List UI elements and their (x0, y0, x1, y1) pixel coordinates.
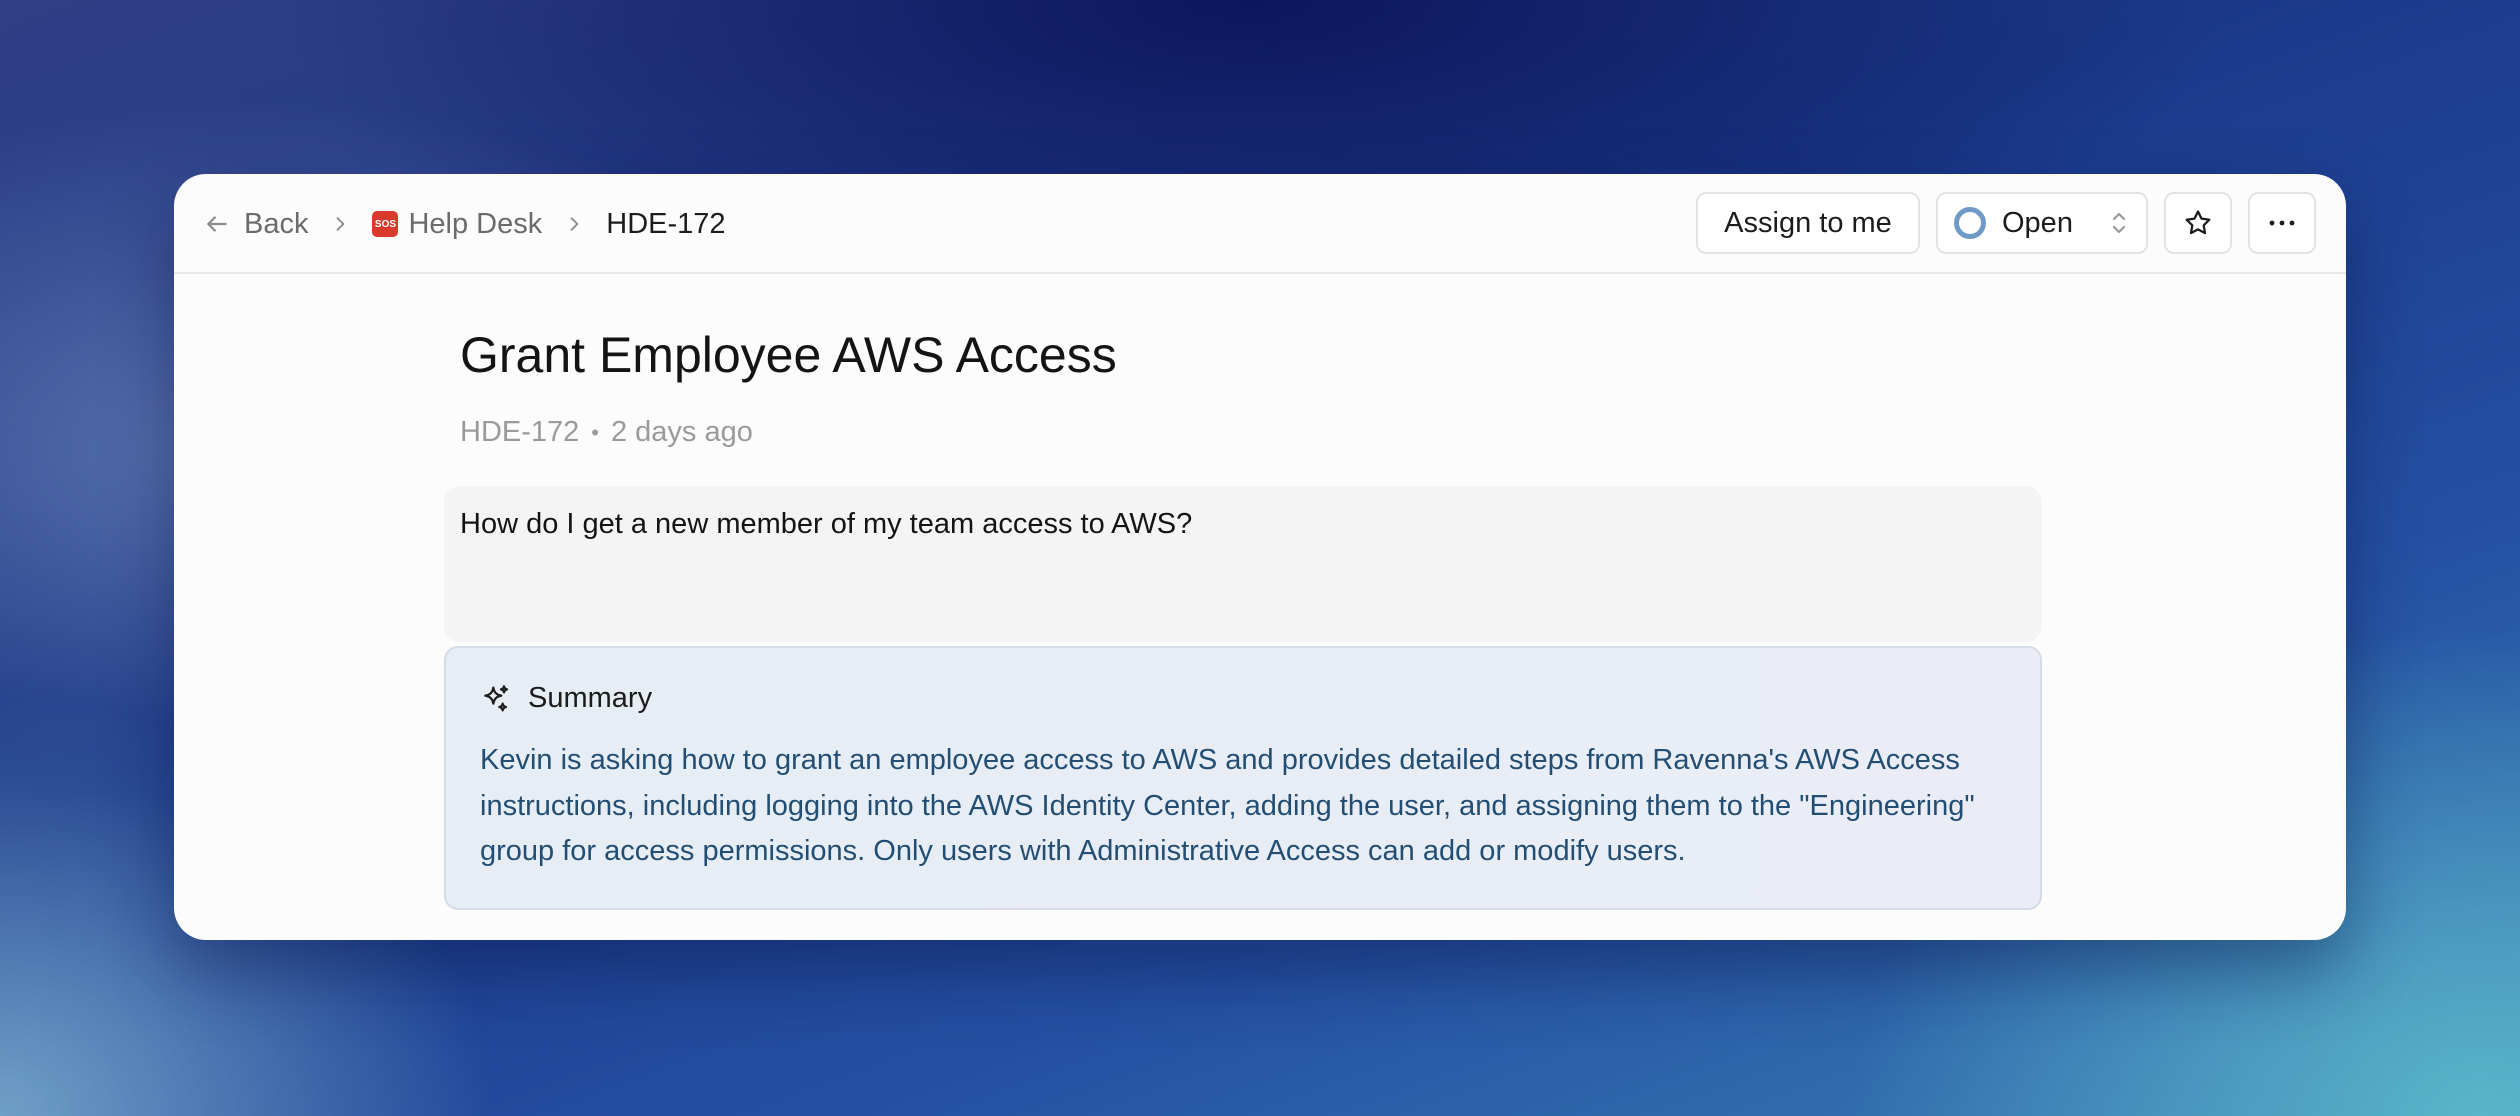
more-horizontal-icon (2267, 218, 2297, 228)
sparkles-icon (480, 683, 512, 715)
message-text: How do I get a new member of my team acc… (460, 508, 1193, 540)
help-desk-label: Help Desk (408, 207, 543, 240)
chevron-right-icon (330, 214, 350, 234)
status-label: Open (2002, 206, 2073, 239)
ticket-age: 2 days ago (610, 416, 753, 448)
ticket-id: HDE-172 (460, 416, 580, 448)
status-ring-icon (1954, 207, 1986, 239)
ticket-actions: Assign to me Open (1696, 192, 2316, 254)
favorite-button[interactable] (2164, 192, 2232, 254)
back-button[interactable]: Back (204, 208, 308, 241)
more-options-button[interactable] (2248, 192, 2316, 254)
chevron-right-icon (564, 214, 584, 234)
top-bar: Back SOS Help Desk HDE-172 Assign to me (174, 174, 2346, 274)
ticket-meta: HDE-172 • 2 days ago (460, 416, 753, 449)
summary-heading: Summary (528, 682, 653, 714)
status-dropdown[interactable]: Open (1936, 192, 2148, 254)
assign-to-me-button[interactable]: Assign to me (1696, 192, 1920, 254)
ticket-message: How do I get a new member of my team acc… (444, 486, 2042, 642)
back-label: Back (244, 207, 309, 240)
chevron-up-down-icon (2108, 209, 2130, 237)
summary-header: Summary (480, 682, 652, 715)
arrow-left-icon (204, 211, 230, 237)
assign-label: Assign to me (1724, 206, 1892, 239)
breadcrumb-help-desk[interactable]: SOS Help Desk (372, 208, 542, 241)
summary-text: Kevin is asking how to grant an employee… (480, 744, 1975, 867)
star-icon (2183, 208, 2213, 238)
summary-panel: Summary Kevin is asking how to grant an … (444, 646, 2042, 910)
meta-separator: • (591, 419, 599, 445)
breadcrumb-current-ticket: HDE-172 (606, 207, 726, 240)
ticket-title: Grant Employee AWS Access (460, 327, 1117, 383)
sos-icon: SOS (372, 211, 399, 237)
breadcrumb: Back SOS Help Desk HDE-172 (204, 174, 726, 274)
ticket-window: Back SOS Help Desk HDE-172 Assign to me (174, 174, 2346, 940)
